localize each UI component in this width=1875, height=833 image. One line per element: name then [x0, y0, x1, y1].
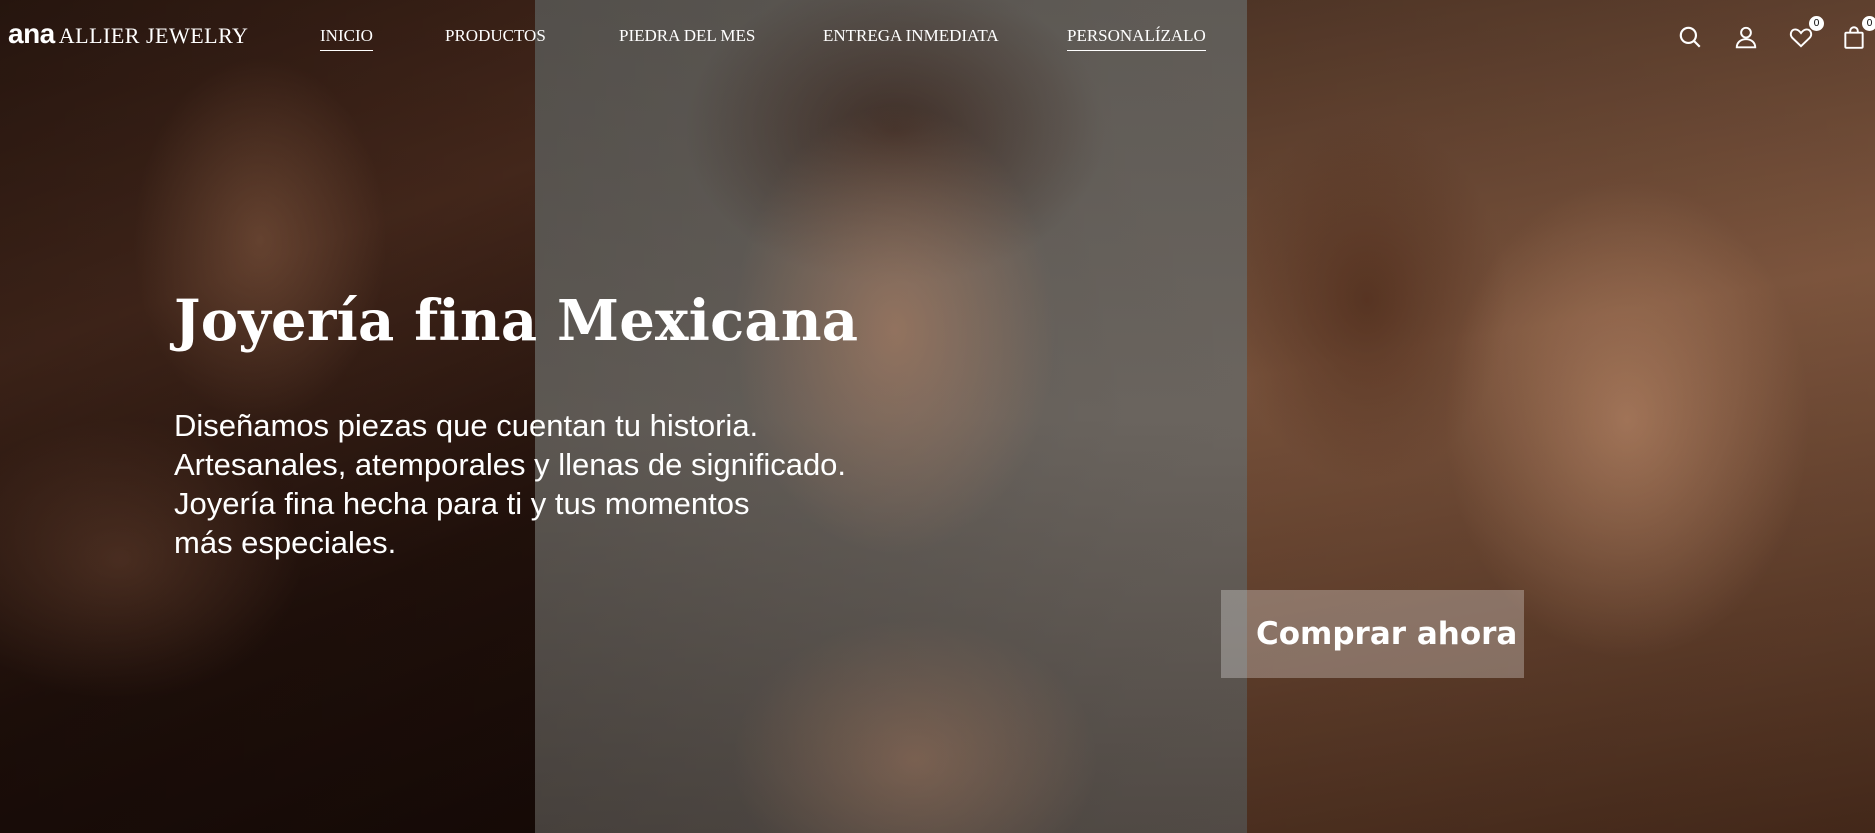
hero-description: Diseñamos piezas que cuentan tu historia…	[174, 406, 846, 562]
logo-ana: ana	[8, 18, 55, 49]
hero-banner: ana ALLIER JEWELRY INICIO PRODUCTOS PIED…	[0, 0, 1875, 833]
nav-item-personalizalo[interactable]: PERSONALÍZALO	[1067, 26, 1206, 51]
hero-description-line: Artesanales, atemporales y llenas de sig…	[174, 447, 847, 482]
hero-description-line: Joyería fina hecha para ti y tus momento…	[174, 486, 750, 521]
hero-headline: Joyería fina Mexicana	[174, 288, 859, 354]
shop-now-button[interactable]: Comprar ahora	[1221, 590, 1524, 678]
user-icon[interactable]	[1731, 22, 1761, 52]
hero-description-line: más especiales.	[174, 525, 397, 560]
site-header: ana ALLIER JEWELRY INICIO PRODUCTOS PIED…	[0, 0, 1875, 70]
nav-item-productos[interactable]: PRODUCTOS	[445, 26, 546, 50]
search-icon[interactable]	[1675, 22, 1705, 52]
logo-allier-jewelry: ALLIER JEWELRY	[58, 23, 249, 48]
cart-count-badge: 0	[1862, 16, 1875, 31]
nav-item-piedra-del-mes[interactable]: PIEDRA DEL MES	[619, 26, 755, 50]
brand-logo[interactable]: ana ALLIER JEWELRY	[8, 18, 248, 50]
hero-description-line: Diseñamos piezas que cuentan tu historia…	[174, 408, 759, 443]
wishlist-count-badge: 0	[1809, 16, 1824, 31]
nav-item-entrega-inmediata[interactable]: ENTREGA INMEDIATA	[823, 26, 999, 50]
nav-item-inicio[interactable]: INICIO	[320, 26, 373, 51]
bag-icon[interactable]: 0	[1839, 16, 1875, 52]
heart-icon[interactable]: 0	[1786, 16, 1824, 52]
